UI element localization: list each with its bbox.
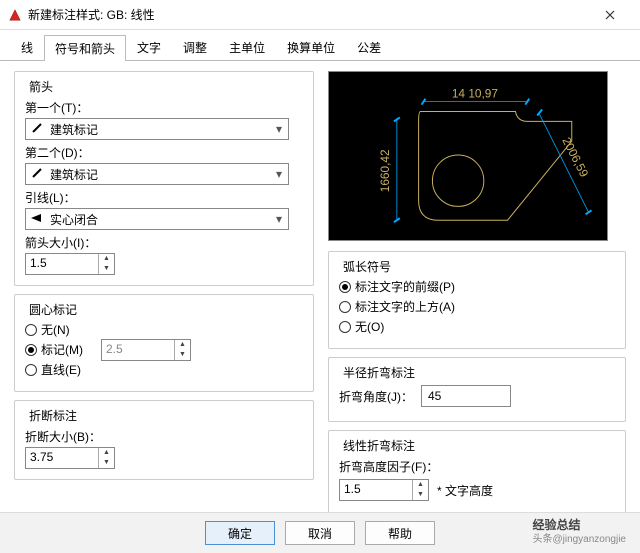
second-arrow-label: 第二个(D)： xyxy=(25,144,303,161)
center-mark-group: 圆心标记 无(N) 标记(M) 直线(E) xyxy=(14,294,314,392)
linear-jog-legend: 线性折弯标注 xyxy=(339,437,419,454)
svg-text:2006,59: 2006,59 xyxy=(559,135,591,180)
center-size-value: 2.5 xyxy=(102,340,174,360)
arc-none-label: 无(O) xyxy=(355,318,384,335)
chevron-down-icon: ▾ xyxy=(270,122,288,136)
break-size-value: 3.75 xyxy=(26,448,98,468)
spinner-buttons[interactable]: ▲▼ xyxy=(174,340,190,360)
radio-icon xyxy=(25,364,37,376)
leader-value: 实心闭合 xyxy=(48,211,270,228)
window-title: 新建标注样式: GB: 线性 xyxy=(28,6,588,23)
jog-factor-value: 1.5 xyxy=(340,480,412,500)
tab-fit[interactable]: 调整 xyxy=(172,34,218,60)
radio-icon xyxy=(339,301,351,313)
break-dim-group: 折断标注 折断大小(B)： 3.75 ▲▼ xyxy=(14,400,314,480)
arrow-size-label: 箭头大小(I)： xyxy=(25,234,303,251)
cancel-button[interactable]: 取消 xyxy=(285,521,355,545)
svg-text:14 10,97: 14 10,97 xyxy=(452,87,498,101)
radius-jog-group: 半径折弯标注 折弯角度(J)： 45 xyxy=(328,357,626,422)
tab-tolerance[interactable]: 公差 xyxy=(346,34,392,60)
center-mark-option[interactable]: 标记(M) xyxy=(25,341,83,358)
arc-none-option[interactable]: 无(O) xyxy=(339,318,615,335)
tab-text[interactable]: 文字 xyxy=(126,34,172,60)
jog-angle-value: 45 xyxy=(428,389,441,403)
jog-factor-spinner[interactable]: 1.5 ▲▼ xyxy=(339,479,429,501)
arrows-legend: 箭头 xyxy=(25,78,57,95)
watermark: 经验总结 头条@jingyanzongjie xyxy=(532,516,626,545)
leader-combo[interactable]: 实心闭合 ▾ xyxy=(25,208,289,230)
tab-primary-units[interactable]: 主单位 xyxy=(218,34,276,60)
center-mark-legend: 圆心标记 xyxy=(25,301,81,318)
radio-icon xyxy=(25,324,37,336)
svg-text:1660,42: 1660,42 xyxy=(378,149,392,192)
first-arrow-label: 第一个(T)： xyxy=(25,99,303,116)
help-button[interactable]: 帮助 xyxy=(365,521,435,545)
arc-before-option[interactable]: 标注文字的前缀(P) xyxy=(339,278,615,295)
second-arrow-combo[interactable]: 建筑标记 ▾ xyxy=(25,163,289,185)
app-icon xyxy=(8,8,22,22)
arc-symbol-legend: 弧长符号 xyxy=(339,258,395,275)
radio-icon xyxy=(339,321,351,333)
jog-angle-label: 折弯角度(J)： xyxy=(339,388,413,405)
spinner-buttons[interactable]: ▲▼ xyxy=(98,448,114,468)
linear-jog-group: 线性折弯标注 折弯高度因子(F)： 1.5 ▲▼ * 文字高度 xyxy=(328,430,626,516)
arrow-size-spinner[interactable]: 1.5 ▲▼ xyxy=(25,253,115,275)
break-dim-legend: 折断标注 xyxy=(25,407,81,424)
tab-alt-units[interactable]: 换算单位 xyxy=(276,34,346,60)
dimension-preview: 14 10,97 1660,42 2006,59 xyxy=(328,71,608,241)
arc-above-label: 标注文字的上方(A) xyxy=(355,298,455,315)
jog-angle-input[interactable]: 45 xyxy=(421,385,511,407)
dialog-footer: 确定 取消 帮助 经验总结 头条@jingyanzongjie xyxy=(0,512,640,553)
break-size-spinner[interactable]: 3.75 ▲▼ xyxy=(25,447,115,469)
first-arrow-value: 建筑标记 xyxy=(48,121,270,138)
spinner-buttons[interactable]: ▲▼ xyxy=(98,254,114,274)
radius-jog-legend: 半径折弯标注 xyxy=(339,364,419,381)
tab-symbols-arrows[interactable]: 符号和箭头 xyxy=(44,35,126,61)
tab-bar: 线 符号和箭头 文字 调整 主单位 换算单位 公差 xyxy=(0,30,640,61)
center-none-label: 无(N) xyxy=(41,321,70,338)
arrows-group: 箭头 第一个(T)： 建筑标记 ▾ 第二个(D)： 建筑标记 ▾ xyxy=(14,71,314,286)
second-arrow-value: 建筑标记 xyxy=(48,166,270,183)
break-size-label: 折断大小(B)： xyxy=(25,428,303,445)
jog-factor-note: * 文字高度 xyxy=(437,482,493,499)
tick-icon xyxy=(30,122,44,137)
center-size-spinner[interactable]: 2.5 ▲▼ xyxy=(101,339,191,361)
tab-line[interactable]: 线 xyxy=(10,34,44,60)
chevron-down-icon: ▾ xyxy=(270,212,288,226)
arc-before-label: 标注文字的前缀(P) xyxy=(355,278,455,295)
ok-button[interactable]: 确定 xyxy=(205,521,275,545)
radio-icon xyxy=(339,281,351,293)
watermark-small: 头条@jingyanzongjie xyxy=(532,530,626,545)
close-button[interactable] xyxy=(588,0,632,30)
arc-symbol-group: 弧长符号 标注文字的前缀(P) 标注文字的上方(A) 无(O) xyxy=(328,251,626,349)
spinner-buttons[interactable]: ▲▼ xyxy=(412,480,428,500)
first-arrow-combo[interactable]: 建筑标记 ▾ xyxy=(25,118,289,140)
tick-icon xyxy=(30,167,44,182)
leader-label: 引线(L)： xyxy=(25,189,303,206)
arrow-size-value: 1.5 xyxy=(26,254,98,274)
center-line-label: 直线(E) xyxy=(41,361,81,378)
chevron-down-icon: ▾ xyxy=(270,167,288,181)
radio-icon xyxy=(25,344,37,356)
center-none-option[interactable]: 无(N) xyxy=(25,321,83,338)
arc-above-option[interactable]: 标注文字的上方(A) xyxy=(339,298,615,315)
filled-arrow-icon xyxy=(30,212,44,227)
center-line-option[interactable]: 直线(E) xyxy=(25,361,83,378)
center-mark-label: 标记(M) xyxy=(41,341,83,358)
jog-factor-label: 折弯高度因子(F)： xyxy=(339,458,615,475)
